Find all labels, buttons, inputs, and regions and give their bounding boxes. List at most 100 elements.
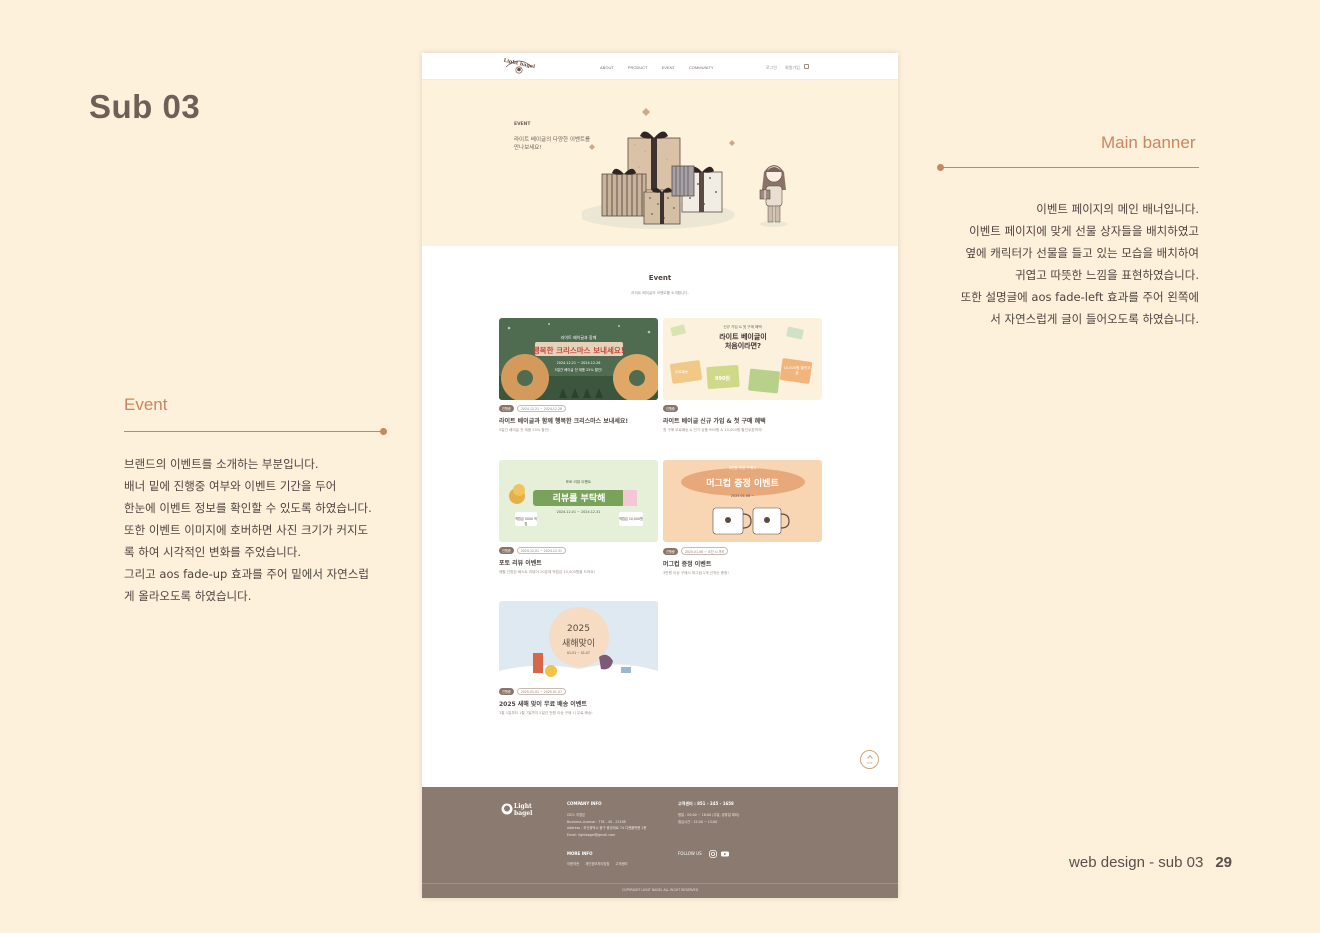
card-img-sub: 5일간 베이글 전 제품 25% 할인! [554, 368, 603, 372]
event-section-subtitle: 라이트 베이글의 이벤트를 소개합니다. [631, 291, 689, 295]
status-badge: 진행중 [499, 547, 514, 554]
main-banner-heading: Main banner [1101, 133, 1196, 152]
mock-footer: Light bagel COMPANY INFO CEO: 이영은 Busines… [422, 787, 898, 898]
event-dates: 2024.12.01 ~ 2024.12.31 [516, 547, 567, 554]
util-link[interactable]: 로그인 [766, 65, 777, 71]
footer-link[interactable]: 이용약관 [567, 861, 579, 868]
ticket-label: 990원 [715, 376, 731, 382]
footer-divider [422, 883, 898, 884]
cart-icon[interactable] [804, 64, 809, 69]
status-badge: 진행중 [499, 405, 514, 412]
follow-label: FOLLOW US [678, 851, 702, 856]
card-img-main: 라이트 베이글이 처음이라면? [719, 333, 767, 350]
svg-text:Light: Light [514, 803, 532, 810]
description-line: 이벤트 페이지의 메인 배너입니다. [1036, 202, 1199, 216]
event-card-title[interactable]: 2025 새해 맞이 무료 배송 이벤트 [499, 699, 658, 708]
nav-item-event[interactable]: EVENT [662, 65, 675, 70]
mock-main-menu: ABOUT PRODUCT EVENT COMMUNITY [600, 65, 714, 70]
ticket-label: 10,000원 할인쿠폰 [783, 366, 811, 375]
event-heading: Event [124, 395, 168, 414]
description-line: 록 하여 시각적인 변화를 주었습니다. [124, 545, 301, 559]
event-dates: 2024.12.21 ~ 2024.12.26 [516, 405, 567, 412]
footer-line: Address : 부산광역시 중구 중앙대로 74 디젠플랫폼 1층 [567, 826, 647, 830]
event-card-title[interactable]: 라이트 베이글 신규 가입 & 첫 구매 혜택 [663, 416, 822, 425]
description-line: 배너 밑에 진행중 여부와 이벤트 기간을 두어 [124, 479, 337, 493]
card-chip: 적립금 5000 적립 [515, 517, 537, 526]
description-line: 게 올라오도록 하였습니다. [124, 589, 252, 603]
description-line: 또한 설명글에 aos fade-left 효과를 주어 왼쪽에 [960, 290, 1199, 304]
event-card-desc: 3만원 이상 구매시 머그컵 1개 선착순 증정! [663, 571, 729, 575]
footer-line: Email: lightbagel@gmail.com [567, 832, 616, 837]
nav-item-about[interactable]: ABOUT [600, 65, 614, 70]
util-link[interactable]: 회원가입 [785, 65, 800, 71]
event-card-image[interactable]: 포토 리뷰 이벤트 리뷰를 부탁해 2024.12.01 ~ 2024.12.3… [499, 460, 658, 542]
banner-label: EVENT [514, 122, 531, 127]
light-bagel-logo[interactable]: Light bagel [502, 57, 536, 75]
card-img-dates: 2025.01.06 ~ [730, 494, 755, 498]
event-card-title[interactable]: 포토 리뷰 이벤트 [499, 558, 658, 567]
card-img-heading: 3만원 이상 구매시 [728, 466, 757, 470]
description-line: 브랜드의 이벤트를 소개하는 부분입니다. [124, 457, 319, 471]
event-card[interactable]: 포토 리뷰 이벤트 리뷰를 부탁해 2024.12.01 ~ 2024.12.3… [499, 460, 658, 575]
main-banner-divider [937, 164, 1199, 171]
description-line: 귀엽고 따뜻한 느낌을 표현하였습니다. [1015, 268, 1199, 282]
card-img-dates: 2024.12.21 ~ 2024.12.26 [556, 361, 601, 365]
card-img-main: 새해맞이 [561, 639, 596, 649]
status-badge: 진행중 [663, 405, 678, 412]
card-img-heading: 신규 가입 & 첫 구매 혜택 [723, 325, 762, 329]
footer-link[interactable]: 고객센터 [615, 861, 627, 868]
scroll-top-button[interactable]: TOP [860, 750, 879, 769]
event-card-title[interactable]: 머그컵 증정 이벤트 [663, 559, 822, 568]
event-card-image[interactable]: 3만원 이상 구매시 머그컵 증정 이벤트 2025.01.06 ~ [663, 460, 822, 542]
card-img-heading: 포토 리뷰 이벤트 [565, 480, 592, 484]
cs-heading: 고객센터 : 851 - 245 - 1658 [678, 801, 734, 806]
page-footer: web design - sub 03 29 [1069, 854, 1232, 871]
event-dates: 2025.01.06 ~ 소진 시 까지 [680, 547, 729, 555]
description-line: 한눈에 이벤트 정보를 확인할 수 있도록 하였습니다. [124, 501, 372, 515]
card-img-dates: 2024.12.01 ~ 2024.12.31 [556, 510, 601, 514]
instagram-icon[interactable] [709, 850, 717, 858]
footer-line: 점심시간 : 12:00 ~ 13:00 [678, 819, 718, 824]
mock-header: Light bagel ABOUT PRODUCT EVENT COMMUNITY 로… [422, 53, 898, 80]
event-card-title[interactable]: 라이트 베이글과 함께 행복한 크리스마스 보내세요! [499, 416, 658, 425]
top-label: TOP [866, 761, 873, 765]
card-img-main: 리뷰를 부탁해 [552, 494, 606, 504]
description-line: 그리고 aos fade-up 효과를 주어 밑에서 자연스럽 [124, 567, 369, 581]
event-card[interactable]: 2025 새해맞이 01.01 ~ 01.07 진행중 2025.01.01 ~ … [499, 601, 658, 716]
event-card-image[interactable]: 신규 가입 & 첫 구매 혜택 라이트 베이글이 처음이라면? 무료배송 990… [663, 318, 822, 400]
company-info-heading: COMPANY INFO [567, 801, 602, 806]
mock-util-menu: 로그인 회원가입 [766, 65, 800, 71]
arrow-up-icon [866, 755, 873, 761]
website-mockup: Light bagel ABOUT PRODUCT EVENT COMMUNITY 로… [422, 53, 898, 898]
description-line: 옆에 캐릭터가 선물을 들고 있는 모습을 배치하여 [965, 246, 1199, 260]
event-card-image[interactable]: 라이트 베이글과 함께 행복한 크리스마스 보내세요! 2024.12.21 ~… [499, 318, 658, 400]
event-card-desc: 5일간 베이글 전 제품 25% 할인! [499, 428, 550, 432]
nav-item-community[interactable]: COMMUNITY [689, 65, 714, 70]
more-info-heading: MORE INFO [567, 851, 593, 856]
event-description: 브랜드의 이벤트를 소개하는 부분입니다. 배너 밑에 진행중 여부와 이벤트 기… [124, 453, 394, 607]
event-card-desc: 매월 선정된 베스트 리뷰어 10분께 적립금 10,000원을 드려요! [499, 570, 596, 574]
event-divider [124, 428, 387, 435]
event-card-image[interactable]: 2025 새해맞이 01.01 ~ 01.07 [499, 601, 658, 683]
card-img-dates: 01.01 ~ 01.07 [567, 651, 590, 655]
card-img-heading: 2025 [567, 624, 590, 634]
event-card[interactable]: 3만원 이상 구매시 머그컵 증정 이벤트 2025.01.06 ~ 진행중 20… [663, 460, 822, 576]
gift-boxes-illustration [582, 108, 788, 229]
mock-main-banner: EVENT 라이트 베이글의 다양한 이벤트를 만나보세요! [422, 80, 898, 246]
footer-link[interactable]: 개인정보처리방침 [585, 861, 609, 868]
event-card-desc: 1월 1일부터 1월 7일까지 2일간 전원 이상 구매 시 무료 배송! [499, 711, 593, 715]
youtube-icon[interactable] [721, 850, 729, 858]
footer-logo: Light bagel [501, 803, 533, 817]
event-card[interactable]: 라이트 베이글과 함께 행복한 크리스마스 보내세요! 2024.12.21 ~… [499, 318, 658, 433]
event-card[interactable]: 신규 가입 & 첫 구매 혜택 라이트 베이글이 처음이라면? 무료배송 990… [663, 318, 822, 433]
status-badge: 진행중 [499, 688, 514, 695]
nav-item-product[interactable]: PRODUCT [628, 65, 648, 70]
event-card-desc: 첫 구매 무료배송 & 인기 상품 990원 & 10,000원 할인쿠폰까지! [663, 428, 763, 432]
description-line: 서 자연스럽게 글이 들어오도록 하였습니다. [990, 312, 1199, 326]
description-line: 이벤트 페이지에 맞게 선물 상자들을 배치하였고 [969, 224, 1199, 238]
card-img-main: 머그컵 증정 이벤트 [706, 479, 779, 489]
copyright: COPYRIGHT LIGHT BAGEL ALL RIGHT RESERVED [621, 888, 699, 892]
card-img-heading: 라이트 베이글과 함께 [560, 335, 597, 340]
footer-line: 평일 : 09:00 ~ 18:00 (주말, 공휴일 제외) [678, 813, 740, 817]
svg-text:bagel: bagel [514, 810, 533, 817]
